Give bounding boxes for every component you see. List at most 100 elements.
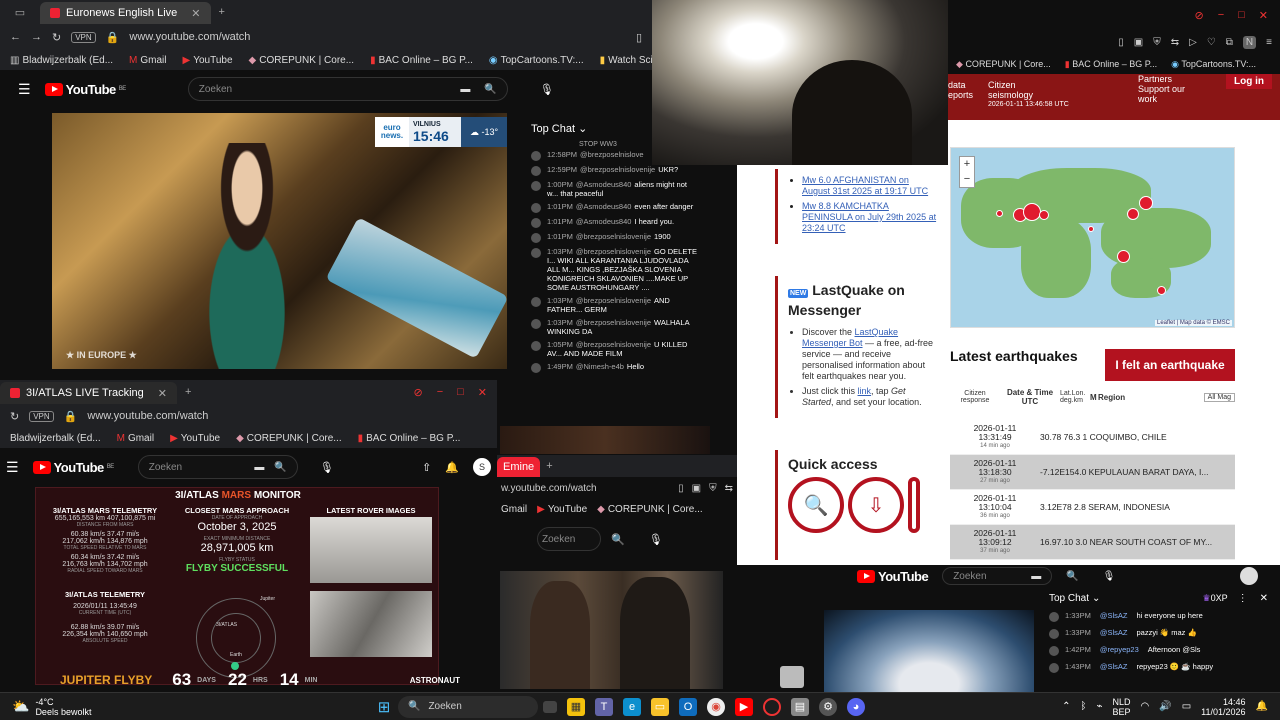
chat-header-label[interactable]: Top Chat [1049, 593, 1089, 604]
youtube-logo[interactable]: YouTube BE [44, 82, 126, 97]
clock[interactable]: 14:46 11/01/2026 [1201, 697, 1245, 717]
forward-icon[interactable]: → [31, 31, 42, 43]
avatar[interactable] [1240, 567, 1258, 585]
avatar[interactable] [1049, 629, 1059, 639]
search-icon[interactable]: 🔍 [1066, 571, 1078, 582]
settings-icon[interactable]: ⚙ [819, 697, 837, 716]
music-video-thumbnail[interactable] [500, 571, 723, 689]
translate-icon[interactable]: ⇆ [1171, 37, 1179, 48]
search-icon[interactable]: 🔍 [274, 462, 286, 473]
close-icon[interactable]: ✕ [1259, 9, 1268, 22]
quake-marker[interactable] [1117, 250, 1130, 263]
table-row[interactable]: 2026-01-11 13:31:49 14 min ago 30.78 76.3 1… [950, 420, 1235, 455]
quake-marker[interactable] [1139, 196, 1153, 210]
astronaut-icon[interactable] [780, 666, 804, 688]
bookmark-item[interactable]: M Gmail [129, 55, 166, 66]
outlook-icon[interactable]: O [679, 697, 697, 716]
more-icon[interactable]: ⋮ [1238, 593, 1248, 604]
bookmark-item[interactable]: Gmail [501, 504, 527, 515]
keyboard-icon[interactable]: ▬ [460, 84, 470, 95]
avatar[interactable]: S [473, 458, 491, 476]
volume-icon[interactable]: 🔊 [1159, 701, 1171, 712]
download-icon[interactable]: ⇩ [848, 477, 904, 533]
tab-actions-icon[interactable]: ▭ [0, 6, 40, 19]
tab-emine[interactable]: Emine [497, 457, 541, 477]
avatar[interactable] [531, 151, 541, 161]
video-player[interactable]: euro news. VILNIUS 15:46 ☁ -13° ★ IN EURO… [52, 113, 507, 369]
vpn-badge[interactable]: VPN [71, 31, 96, 43]
youtube-logo[interactable]: YouTube BE [32, 460, 114, 475]
discord-icon[interactable]: ◕ [847, 697, 865, 716]
keyboard-icon[interactable]: ▬ [254, 462, 264, 473]
nav-data-reports[interactable]: data eports [948, 74, 988, 120]
avatar[interactable] [531, 166, 541, 176]
rover-image[interactable] [310, 517, 432, 583]
url-text[interactable]: www.youtube.com/watch [87, 410, 208, 422]
task-view-icon[interactable] [543, 700, 557, 713]
chrome-icon[interactable]: ◉ [707, 697, 725, 716]
url-text[interactable]: www.youtube.com/watch [129, 31, 250, 43]
tab-euronews[interactable]: Euronews English Live ✕ [40, 2, 211, 24]
map-attribution[interactable]: Leaflet | Map data © EMSC [1154, 320, 1232, 326]
close-icon[interactable]: ✕ [478, 386, 487, 399]
quake-link[interactable]: Mw 6.0 AFGHANISTAN on August 31st 2025 a… [802, 175, 928, 196]
avatar[interactable] [1049, 612, 1059, 622]
quake-marker[interactable] [1157, 286, 1166, 295]
quake-marker[interactable] [996, 210, 1003, 217]
reload-icon[interactable]: ↻ [52, 31, 61, 44]
table-row[interactable]: 2026-01-11 13:10:04 36 min ago 3.12E78 2.8 … [950, 490, 1235, 525]
teams-icon[interactable]: T [595, 697, 613, 716]
network-icon[interactable]: ⌁ [1096, 701, 1102, 712]
search-icon[interactable]: ⊘ [413, 386, 422, 399]
messenger-link[interactable]: link [858, 386, 872, 396]
vpn-badge[interactable]: VPN [29, 410, 54, 422]
heart-icon[interactable]: ♡ [1207, 37, 1216, 48]
tab-atlas[interactable]: 3I/ATLAS LIVE Tracking ✕ [0, 382, 178, 404]
windows-start-icon[interactable]: ⊞ [375, 698, 393, 716]
mic-icon[interactable]: 🎙 [540, 83, 554, 96]
bookmark-icon[interactable]: ▯ [1118, 37, 1124, 48]
bookmark-item[interactable]: M Gmail [117, 433, 154, 444]
earthquake-map[interactable]: + − Leaflet | Map data © EMSC [950, 147, 1235, 328]
bookmark-item[interactable]: ◆ COREPUNK | Core... [249, 55, 355, 66]
bookmark-item[interactable]: ◆ COREPUNK | Core... [236, 433, 342, 444]
maximize-icon[interactable]: □ [457, 386, 464, 399]
phone-icon[interactable] [908, 477, 920, 533]
col-datetime[interactable]: Date & Time UTC [1000, 388, 1060, 406]
avatar[interactable] [1049, 663, 1059, 673]
upload-icon[interactable]: ⇧ [422, 461, 431, 474]
youtube-icon[interactable]: ▶ [735, 697, 753, 716]
maximize-icon[interactable]: □ [1238, 9, 1245, 21]
shield-icon[interactable]: ⛨ [1153, 37, 1161, 48]
edge-icon[interactable]: e [623, 697, 641, 716]
nav-citizen-seismology[interactable]: Citizen seismology 2026-01-11 13:46:58 UTC [988, 74, 1098, 120]
calculator-icon[interactable]: ▤ [791, 697, 809, 716]
menu-icon[interactable]: ☰ [18, 81, 31, 98]
translate-icon[interactable]: ⇆ [725, 483, 733, 494]
avatar[interactable] [531, 203, 541, 213]
notifications-icon[interactable]: 🔔 [445, 461, 459, 474]
shield-icon[interactable]: ⛨ [709, 483, 717, 494]
bookmark-icon[interactable]: ▯ [678, 483, 684, 494]
notification-bell-icon[interactable]: 🔔 [1256, 701, 1268, 712]
url-text[interactable]: w.youtube.com/watch [501, 483, 597, 494]
new-tab-icon[interactable]: + [185, 386, 191, 398]
bookmark-item[interactable]: ◆ COREPUNK | Core... [956, 59, 1051, 70]
bookmark-item[interactable]: ▮ BAC Online – BG P... [370, 55, 473, 66]
search-input[interactable]: Zoeken ▬ 🔍 [187, 77, 508, 101]
rover-image[interactable] [310, 591, 432, 657]
search-input[interactable]: Zoeken [537, 527, 601, 551]
screenshot-icon[interactable]: ▣ [692, 483, 701, 494]
mic-icon[interactable]: 🎙 [320, 461, 334, 474]
bookmark-item[interactable]: Bladwijzerbalk (Ed... [10, 433, 101, 444]
bookmark-item[interactable]: ◉ TopCartoons.TV:... [1171, 59, 1256, 70]
search-input[interactable]: Zoeken ▬ [942, 567, 1053, 585]
quake-marker[interactable] [1023, 203, 1041, 221]
new-tab-icon[interactable]: + [219, 6, 225, 18]
search-icon[interactable]: ⊘ [1194, 9, 1203, 22]
magnitude-filter[interactable]: All Mag [1203, 392, 1235, 402]
menu-icon[interactable]: ≡ [1266, 37, 1272, 48]
table-row[interactable]: 2026-01-11 13:09:12 37 min ago 16.97.10 3.0… [950, 525, 1235, 560]
points-badge[interactable]: ♛0XP [1203, 593, 1228, 604]
quake-marker[interactable] [1088, 226, 1094, 232]
